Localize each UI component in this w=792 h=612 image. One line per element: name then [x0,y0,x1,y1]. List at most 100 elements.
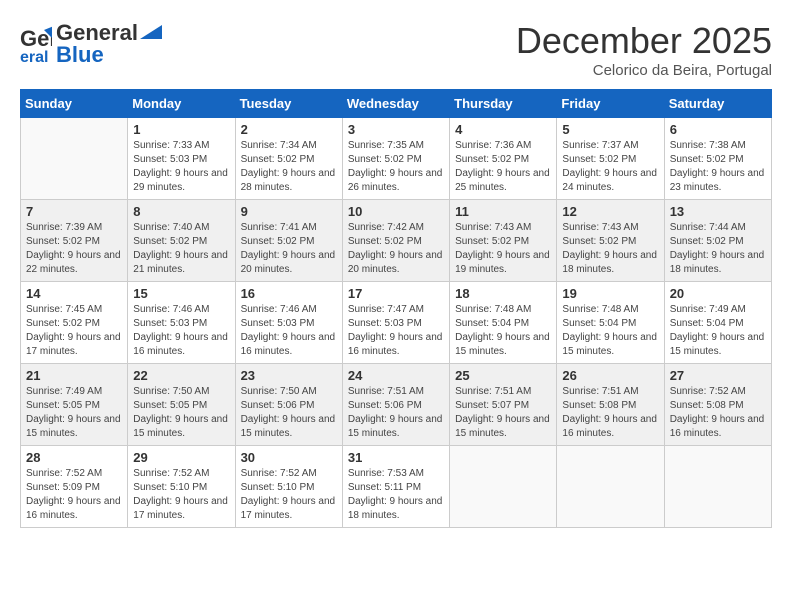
day-info: Sunrise: 7:34 AMSunset: 5:02 PMDaylight:… [241,139,337,195]
day-info: Sunrise: 7:49 AMSunset: 5:04 PMDaylight:… [670,303,766,359]
calendar-cell: 23 Sunrise: 7:50 AMSunset: 5:06 PMDayligh… [235,364,342,446]
day-number: 10 [348,204,444,219]
day-info: Sunrise: 7:51 AMSunset: 5:08 PMDaylight:… [562,385,658,441]
day-number: 18 [455,286,551,301]
weekday-header: Wednesday [342,90,449,118]
logo-text-block: General Blue [56,20,162,68]
weekday-header: Sunday [21,90,128,118]
day-info: Sunrise: 7:42 AMSunset: 5:02 PMDaylight:… [348,221,444,277]
day-number: 28 [26,450,122,465]
day-info: Sunrise: 7:45 AMSunset: 5:02 PMDaylight:… [26,303,122,359]
day-info: Sunrise: 7:48 AMSunset: 5:04 PMDaylight:… [455,303,551,359]
calendar-cell: 18 Sunrise: 7:48 AMSunset: 5:04 PMDayligh… [450,282,557,364]
calendar-table: SundayMondayTuesdayWednesdayThursdayFrid… [20,89,772,528]
calendar-cell: 6Sunrise: 7:38 AMSunset: 5:02 PMDaylight… [664,118,771,200]
weekday-header: Monday [128,90,235,118]
calendar-week-row: 28Sunrise: 7:52 AMSunset: 5:09 PMDayligh… [21,446,772,528]
calendar-cell: 7Sunrise: 7:39 AMSunset: 5:02 PMDaylight… [21,200,128,282]
day-info: Sunrise: 7:50 AMSunset: 5:06 PMDaylight:… [241,385,337,441]
calendar-cell: 5 Sunrise: 7:37 AMSunset: 5:02 PMDaylight… [557,118,664,200]
day-number: 12 [562,204,658,219]
calendar-cell: 29 Sunrise: 7:52 AMSunset: 5:10 PMDayligh… [128,446,235,528]
calendar-cell [557,446,664,528]
logo-arrow-icon [140,25,162,39]
day-info: Sunrise: 7:35 AMSunset: 5:02 PMDaylight:… [348,139,444,195]
calendar-cell [21,118,128,200]
day-number: 17 [348,286,444,301]
calendar-cell: 21 Sunrise: 7:49 AMSunset: 5:05 PMDayligh… [21,364,128,446]
logo: Gen eral General Blue [20,20,162,68]
calendar-cell: 16Sunrise: 7:46 AMSunset: 5:03 PMDayligh… [235,282,342,364]
day-info: Sunrise: 7:43 AMSunset: 5:02 PMDaylight:… [562,221,658,277]
day-info: Sunrise: 7:39 AMSunset: 5:02 PMDaylight:… [26,221,122,277]
calendar-cell: 8 Sunrise: 7:40 AMSunset: 5:02 PMDaylight… [128,200,235,282]
calendar-header-row: SundayMondayTuesdayWednesdayThursdayFrid… [21,90,772,118]
svg-text:eral: eral [20,49,48,64]
calendar-cell: 28Sunrise: 7:52 AMSunset: 5:09 PMDayligh… [21,446,128,528]
weekday-header: Friday [557,90,664,118]
day-number: 21 [26,368,122,383]
logo-icon: Gen eral [20,24,52,64]
page-header: Gen eral General Blue December 2025 Celo… [20,20,772,79]
day-info: Sunrise: 7:51 AMSunset: 5:06 PMDaylight:… [348,385,444,441]
calendar-cell: 24 Sunrise: 7:51 AMSunset: 5:06 PMDayligh… [342,364,449,446]
day-info: Sunrise: 7:41 AMSunset: 5:02 PMDaylight:… [241,221,337,277]
calendar-cell: 19 Sunrise: 7:48 AMSunset: 5:04 PMDayligh… [557,282,664,364]
calendar-week-row: 14Sunrise: 7:45 AMSunset: 5:02 PMDayligh… [21,282,772,364]
day-number: 16 [241,286,337,301]
day-number: 23 [241,368,337,383]
day-number: 4 [455,122,551,137]
day-number: 8 [133,204,229,219]
calendar-cell: 17 Sunrise: 7:47 AMSunset: 5:03 PMDayligh… [342,282,449,364]
day-number: 13 [670,204,766,219]
weekday-header: Tuesday [235,90,342,118]
day-number: 31 [348,450,444,465]
day-number: 6 [670,122,766,137]
calendar-cell: 14Sunrise: 7:45 AMSunset: 5:02 PMDayligh… [21,282,128,364]
calendar-cell: 4Sunrise: 7:36 AMSunset: 5:02 PMDaylight… [450,118,557,200]
day-number: 27 [670,368,766,383]
calendar-cell: 13Sunrise: 7:44 AMSunset: 5:02 PMDayligh… [664,200,771,282]
day-number: 5 [562,122,658,137]
calendar-cell: 1 Sunrise: 7:33 AMSunset: 5:03 PMDaylight… [128,118,235,200]
calendar-week-row: 21 Sunrise: 7:49 AMSunset: 5:05 PMDayligh… [21,364,772,446]
day-info: Sunrise: 7:48 AMSunset: 5:04 PMDaylight:… [562,303,658,359]
calendar-cell [450,446,557,528]
day-info: Sunrise: 7:52 AMSunset: 5:10 PMDaylight:… [133,467,229,523]
calendar-cell: 30 Sunrise: 7:52 AMSunset: 5:10 PMDayligh… [235,446,342,528]
day-number: 1 [133,122,229,137]
day-number: 30 [241,450,337,465]
calendar-cell: 3Sunrise: 7:35 AMSunset: 5:02 PMDaylight… [342,118,449,200]
day-info: Sunrise: 7:53 AMSunset: 5:11 PMDaylight:… [348,467,444,523]
day-number: 29 [133,450,229,465]
day-number: 11 [455,204,551,219]
calendar-cell: 2 Sunrise: 7:34 AMSunset: 5:02 PMDaylight… [235,118,342,200]
calendar-cell: 15Sunrise: 7:46 AMSunset: 5:03 PMDayligh… [128,282,235,364]
day-number: 19 [562,286,658,301]
calendar-week-row: 1 Sunrise: 7:33 AMSunset: 5:03 PMDaylight… [21,118,772,200]
calendar-cell: 25 Sunrise: 7:51 AMSunset: 5:07 PMDayligh… [450,364,557,446]
day-info: Sunrise: 7:33 AMSunset: 5:03 PMDaylight:… [133,139,229,195]
calendar-cell: 27Sunrise: 7:52 AMSunset: 5:08 PMDayligh… [664,364,771,446]
day-number: 2 [241,122,337,137]
day-number: 22 [133,368,229,383]
day-number: 25 [455,368,551,383]
day-number: 9 [241,204,337,219]
calendar-cell: 26 Sunrise: 7:51 AMSunset: 5:08 PMDayligh… [557,364,664,446]
day-info: Sunrise: 7:37 AMSunset: 5:02 PMDaylight:… [562,139,658,195]
calendar-cell: 12 Sunrise: 7:43 AMSunset: 5:02 PMDayligh… [557,200,664,282]
day-info: Sunrise: 7:43 AMSunset: 5:02 PMDaylight:… [455,221,551,277]
day-info: Sunrise: 7:52 AMSunset: 5:10 PMDaylight:… [241,467,337,523]
month-title: December 2025 [516,20,772,62]
day-info: Sunrise: 7:47 AMSunset: 5:03 PMDaylight:… [348,303,444,359]
day-info: Sunrise: 7:40 AMSunset: 5:02 PMDaylight:… [133,221,229,277]
day-number: 24 [348,368,444,383]
day-number: 20 [670,286,766,301]
weekday-header: Thursday [450,90,557,118]
day-info: Sunrise: 7:49 AMSunset: 5:05 PMDaylight:… [26,385,122,441]
day-number: 15 [133,286,229,301]
day-number: 26 [562,368,658,383]
calendar-cell: 10 Sunrise: 7:42 AMSunset: 5:02 PMDayligh… [342,200,449,282]
day-info: Sunrise: 7:51 AMSunset: 5:07 PMDaylight:… [455,385,551,441]
calendar-week-row: 7Sunrise: 7:39 AMSunset: 5:02 PMDaylight… [21,200,772,282]
